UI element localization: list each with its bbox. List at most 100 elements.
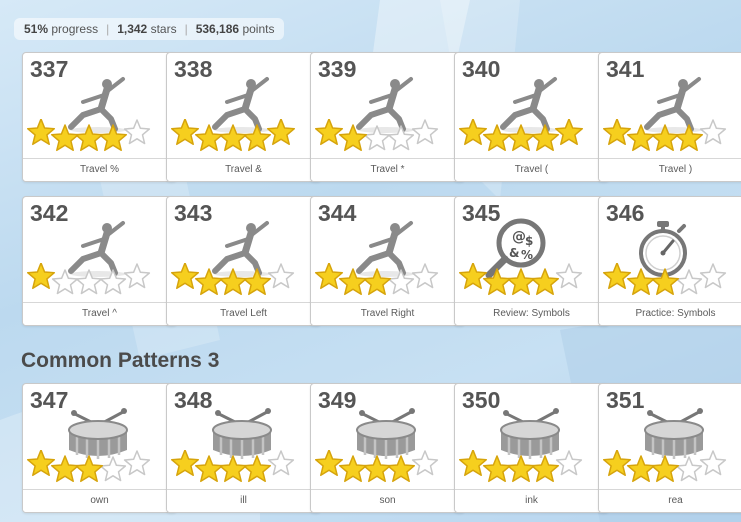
star-filled-icon — [194, 124, 224, 152]
star-filled-icon — [314, 262, 344, 290]
star-filled-icon — [50, 455, 80, 483]
star-empty-icon — [675, 269, 703, 295]
star-empty-icon — [267, 450, 295, 476]
star-filled-icon — [170, 262, 200, 290]
star-rating — [314, 262, 460, 301]
star-filled-icon — [170, 449, 200, 477]
lesson-caption: Travel & — [167, 158, 320, 181]
star-filled-icon — [554, 118, 584, 146]
lesson-caption: ink — [455, 489, 608, 512]
star-empty-icon — [699, 263, 727, 289]
star-filled-icon — [602, 262, 632, 290]
star-filled-icon — [314, 118, 344, 146]
star-filled-icon — [482, 124, 512, 152]
lesson-card-340[interactable]: 340 Travel ( — [454, 52, 609, 182]
star-empty-icon — [99, 269, 127, 295]
star-empty-icon — [267, 263, 295, 289]
star-filled-icon — [50, 124, 80, 152]
lesson-card-346[interactable]: 346 Practice: Symbols — [598, 196, 741, 326]
points-value: 536,186 — [195, 22, 240, 36]
progress-label: progress — [51, 22, 99, 36]
star-filled-icon — [74, 455, 104, 483]
star-filled-icon — [170, 118, 200, 146]
star-filled-icon — [194, 455, 224, 483]
star-rating — [170, 449, 316, 488]
star-filled-icon — [386, 455, 416, 483]
star-filled-icon — [338, 268, 368, 296]
star-filled-icon — [506, 124, 536, 152]
lesson-card-338[interactable]: 338 Travel & — [166, 52, 321, 182]
lesson-card-351[interactable]: 351 rea — [598, 383, 741, 513]
lesson-caption: rea — [599, 489, 741, 512]
lesson-caption: ill — [167, 489, 320, 512]
star-filled-icon — [314, 449, 344, 477]
star-filled-icon — [26, 262, 56, 290]
star-empty-icon — [411, 119, 439, 145]
star-filled-icon — [530, 268, 560, 296]
progress-value: 51% — [24, 22, 49, 36]
star-rating — [602, 118, 741, 157]
lesson-caption: Practice: Symbols — [599, 302, 741, 325]
stats-divider: | — [184, 22, 188, 36]
star-filled-icon — [242, 268, 272, 296]
star-rating — [458, 449, 604, 488]
stars-value: 1,342 — [117, 22, 148, 36]
lesson-caption: Travel * — [311, 158, 464, 181]
star-filled-icon — [626, 268, 656, 296]
lesson-card-349[interactable]: 349 son — [310, 383, 465, 513]
star-filled-icon — [506, 268, 536, 296]
star-empty-icon — [51, 269, 79, 295]
star-filled-icon — [458, 118, 488, 146]
star-empty-icon — [387, 269, 415, 295]
star-empty-icon — [123, 450, 151, 476]
lesson-caption: Travel ) — [599, 158, 741, 181]
star-empty-icon — [99, 456, 127, 482]
star-filled-icon — [242, 124, 272, 152]
star-filled-icon — [26, 118, 56, 146]
lesson-caption: Review: Symbols — [455, 302, 608, 325]
lesson-card-350[interactable]: 350 ink — [454, 383, 609, 513]
star-filled-icon — [218, 124, 248, 152]
lesson-card-343[interactable]: 343 Travel Left — [166, 196, 321, 326]
star-empty-icon — [411, 450, 439, 476]
star-rating — [170, 118, 316, 157]
lesson-card-339[interactable]: 339 Travel * — [310, 52, 465, 182]
star-filled-icon — [194, 268, 224, 296]
star-empty-icon — [699, 450, 727, 476]
star-filled-icon — [98, 124, 128, 152]
lesson-caption: own — [23, 489, 176, 512]
svg-text:$: $ — [525, 234, 533, 248]
lesson-card-341[interactable]: 341 Travel ) — [598, 52, 741, 182]
stars-label: stars — [150, 22, 177, 36]
star-filled-icon — [602, 118, 632, 146]
stats-bar: 51% progress | 1,342 stars | 536,186 poi… — [14, 18, 285, 40]
star-filled-icon — [218, 455, 248, 483]
lesson-card-345[interactable]: 345 @ $ &% Review: Symbols — [454, 196, 609, 326]
lesson-card-344[interactable]: 344 Travel Right — [310, 196, 465, 326]
star-rating — [26, 118, 172, 157]
star-filled-icon — [530, 124, 560, 152]
star-filled-icon — [482, 455, 512, 483]
lesson-caption: Travel ( — [455, 158, 608, 181]
star-filled-icon — [218, 268, 248, 296]
lesson-card-337[interactable]: 337 Travel % — [22, 52, 177, 182]
star-filled-icon — [338, 455, 368, 483]
star-empty-icon — [555, 263, 583, 289]
lesson-card-347[interactable]: 347 own — [22, 383, 177, 513]
star-empty-icon — [75, 269, 103, 295]
star-filled-icon — [650, 455, 680, 483]
star-filled-icon — [650, 124, 680, 152]
star-empty-icon — [411, 263, 439, 289]
star-filled-icon — [458, 449, 488, 477]
star-filled-icon — [650, 268, 680, 296]
star-rating — [26, 449, 172, 488]
lesson-card-348[interactable]: 348 ill — [166, 383, 321, 513]
star-rating — [602, 262, 741, 301]
star-empty-icon — [555, 450, 583, 476]
star-filled-icon — [458, 262, 488, 290]
star-filled-icon — [506, 455, 536, 483]
star-rating — [458, 262, 604, 301]
star-filled-icon — [242, 455, 272, 483]
star-empty-icon — [387, 125, 415, 151]
lesson-card-342[interactable]: 342 Travel ^ — [22, 196, 177, 326]
